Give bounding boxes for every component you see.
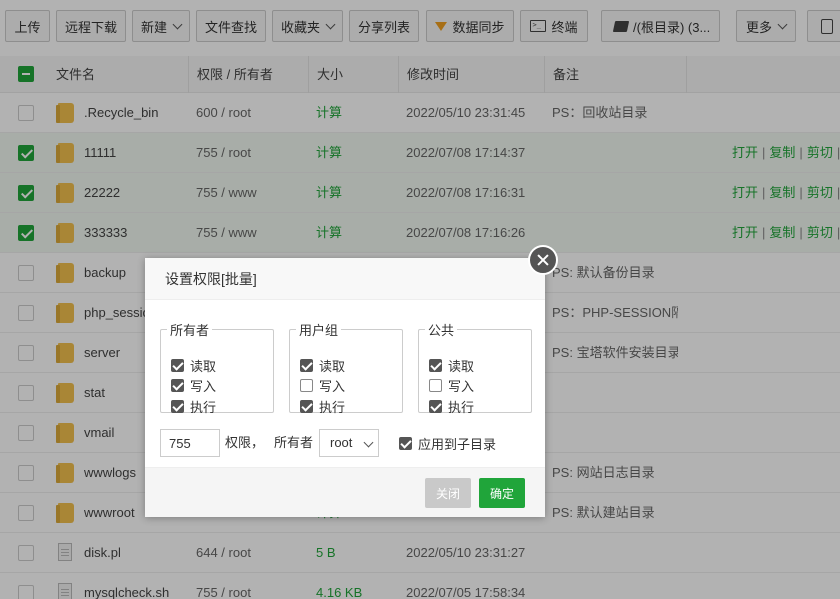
apply-subdir-label: 应用到子目录 — [418, 437, 497, 452]
dialog-title: 设置权限[批量] — [145, 258, 545, 300]
owner-write-label: 写入 — [190, 378, 217, 394]
public-read-option[interactable]: 读取 — [429, 356, 474, 374]
public-read-checkbox[interactable] — [429, 358, 442, 372]
owner-select[interactable]: root — [319, 429, 379, 457]
owner-write-checkbox[interactable] — [171, 378, 184, 392]
group-write-checkbox[interactable] — [300, 378, 313, 392]
apply-subdir-option[interactable]: 应用到子目录 — [399, 434, 496, 453]
owner-select-value: root — [330, 435, 353, 450]
apply-subdir-checkbox[interactable] — [399, 437, 412, 450]
group-read-checkbox[interactable] — [300, 358, 313, 372]
group-exec-checkbox[interactable] — [300, 399, 313, 413]
public-group-label: 公共 — [428, 323, 455, 338]
owner-exec-label: 执行 — [190, 399, 217, 415]
owner-group: 所有者 读取 写入 执行 — [160, 320, 274, 415]
owner-read-checkbox[interactable] — [171, 358, 184, 372]
chevron-down-icon — [363, 437, 374, 448]
permission-label: 权限， — [225, 435, 265, 450]
public-exec-option[interactable]: 执行 — [429, 397, 474, 415]
group-write-label: 写入 — [319, 378, 346, 394]
permission-input[interactable] — [160, 429, 220, 457]
public-write-option[interactable]: 写入 — [429, 376, 474, 394]
group-group: 用户组 读取 写入 执行 — [289, 320, 403, 415]
public-group: 公共 读取 写入 执行 — [418, 320, 532, 415]
close-button[interactable]: 关闭 — [425, 478, 471, 508]
group-exec-option[interactable]: 执行 — [300, 397, 345, 415]
public-write-checkbox[interactable] — [429, 378, 442, 392]
owner-read-label: 读取 — [190, 358, 217, 374]
group-read-option[interactable]: 读取 — [300, 356, 345, 374]
owner-exec-option[interactable]: 执行 — [171, 397, 216, 415]
public-exec-checkbox[interactable] — [429, 399, 442, 413]
owner-label: 所有者 — [274, 435, 314, 450]
owner-read-option[interactable]: 读取 — [171, 356, 216, 374]
group-exec-label: 执行 — [319, 399, 346, 415]
dialog-footer: 关闭 确定 — [145, 467, 545, 517]
public-write-label: 写入 — [448, 378, 475, 394]
public-exec-label: 执行 — [448, 399, 475, 415]
group-write-option[interactable]: 写入 — [300, 376, 345, 394]
group-read-label: 读取 — [319, 358, 346, 374]
public-read-label: 读取 — [448, 358, 475, 374]
close-icon[interactable] — [528, 245, 558, 275]
confirm-button[interactable]: 确定 — [479, 478, 525, 508]
group-group-label: 用户组 — [299, 323, 339, 338]
permission-dialog: 设置权限[批量] 所有者 读取 写入 执行 用户组 读取 写入 执行 公共 读取… — [145, 258, 545, 517]
owner-write-option[interactable]: 写入 — [171, 376, 216, 394]
owner-exec-checkbox[interactable] — [171, 399, 184, 413]
owner-group-label: 所有者 — [170, 323, 210, 338]
